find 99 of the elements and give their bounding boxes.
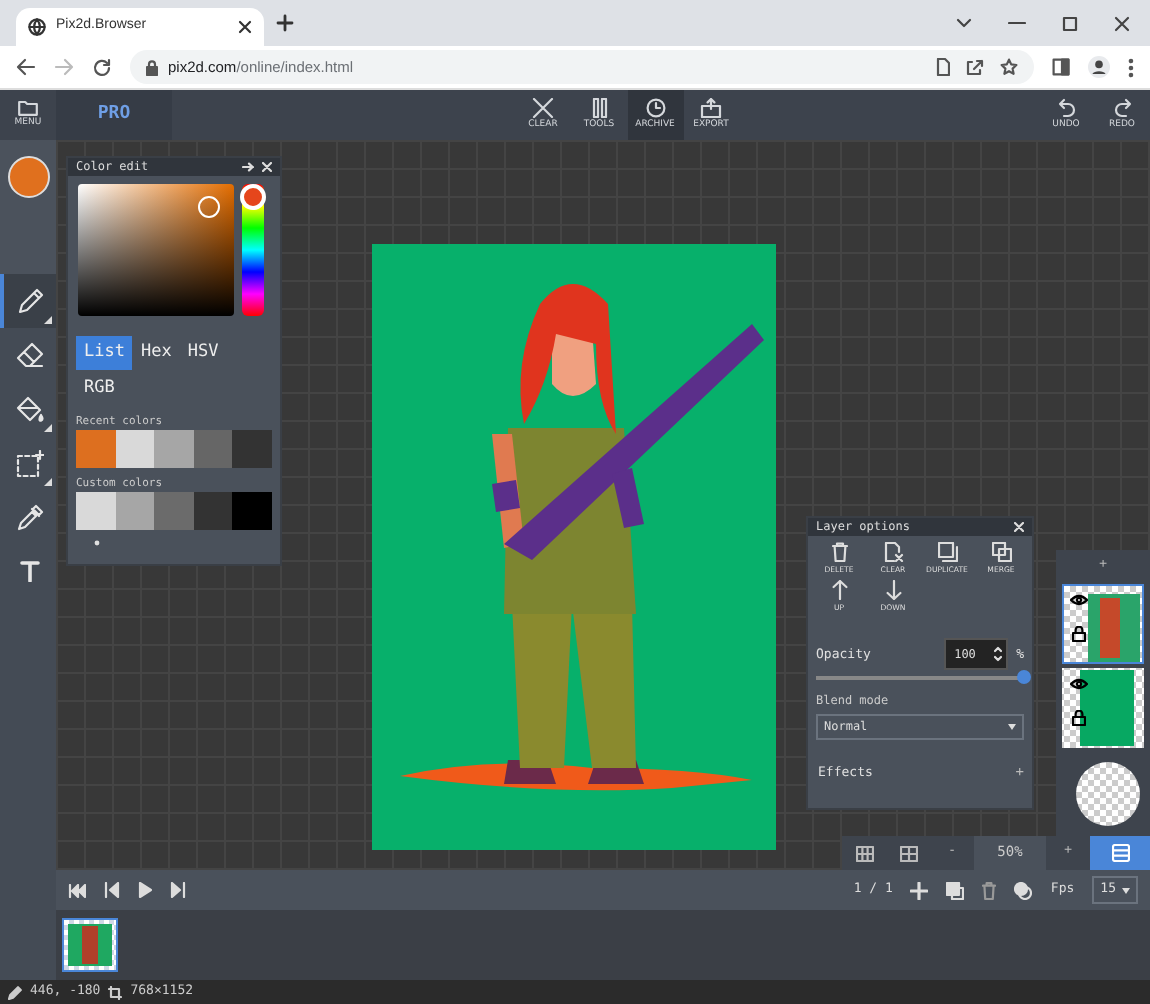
clear-page-icon (883, 542, 903, 562)
color-swatch[interactable] (76, 492, 116, 530)
close-icon (262, 162, 272, 172)
arrow-down-icon (885, 579, 901, 600)
canvas[interactable] (372, 244, 776, 850)
step-back-icon (104, 882, 120, 898)
current-color-swatch[interactable] (7, 156, 49, 198)
play-icon (138, 882, 152, 898)
pin-icon (242, 162, 254, 172)
caret-icon (1008, 724, 1016, 731)
eye-icon (1070, 593, 1088, 605)
color-swatch[interactable] (76, 429, 116, 468)
slider-thumb[interactable] (1017, 670, 1031, 685)
paint-bucket-icon (16, 395, 44, 423)
skip-start-icon (68, 883, 86, 897)
corner-triangle-icon (44, 424, 52, 432)
mode-tab[interactable]: RGB (76, 371, 123, 405)
color-swatch[interactable] (154, 492, 194, 530)
dot-icon (94, 540, 100, 546)
layers-panel-button[interactable] (1090, 836, 1150, 870)
saturation-picker[interactable] (78, 184, 234, 316)
close-icon (1114, 15, 1130, 31)
star-icon (1000, 58, 1018, 76)
lock-icon (1072, 625, 1086, 641)
pro-badge[interactable]: PRO (56, 90, 172, 140)
redo-icon (1113, 98, 1131, 119)
layers-icon (1111, 844, 1129, 862)
picker-handle[interactable] (198, 196, 220, 218)
step-forward-icon (170, 882, 186, 898)
chevron-down-icon (956, 17, 972, 29)
page-icon (936, 58, 950, 76)
color-swatch[interactable] (232, 492, 272, 530)
forward-arrow-icon (54, 58, 74, 76)
text-tool-icon (20, 560, 40, 582)
split-view-icon (899, 845, 917, 861)
color-swatch[interactable] (193, 492, 233, 530)
play-button[interactable] (138, 882, 152, 898)
export-icon (700, 98, 722, 119)
layer-thumbnail[interactable] (1062, 583, 1144, 664)
more-icon (1128, 57, 1134, 77)
color-swatch[interactable] (115, 429, 155, 468)
frame-thumbnail[interactable] (62, 918, 118, 972)
mode-tab[interactable]: HSV (179, 336, 227, 370)
pencil-icon (8, 985, 22, 999)
color-swatch[interactable] (154, 429, 194, 468)
corner-triangle-icon (44, 316, 52, 324)
share-icon (966, 58, 984, 76)
eraser-icon (16, 342, 44, 368)
tools-icon (591, 98, 607, 119)
plus-icon (910, 881, 929, 899)
color-swatch[interactable] (115, 492, 155, 530)
folder-icon (18, 100, 38, 117)
onion-skin-button[interactable] (1014, 881, 1033, 899)
eyedropper-icon (16, 503, 44, 531)
previous-frame-button[interactable] (104, 882, 120, 898)
lock-icon (146, 59, 158, 75)
crop-icon (108, 985, 123, 999)
reload-icon (92, 57, 112, 77)
avatar-icon[interactable] (1088, 56, 1110, 78)
trash-icon (831, 542, 847, 562)
lock-icon (1072, 709, 1086, 726)
grid-icon (855, 845, 873, 861)
back-arrow-icon (16, 58, 36, 76)
corner-triangle-icon (44, 478, 52, 486)
caret-icon (1122, 887, 1130, 893)
close-icon (1014, 522, 1024, 532)
selection-icon (16, 449, 44, 477)
color-swatch[interactable] (193, 429, 233, 468)
undo-icon (1057, 98, 1075, 119)
close-icon (238, 20, 252, 34)
first-frame-button[interactable] (68, 883, 86, 897)
side-panel-icon (1052, 58, 1070, 76)
delete-frame-button[interactable] (982, 881, 997, 899)
next-frame-button[interactable] (170, 882, 186, 898)
arrow-up-icon (831, 579, 847, 600)
clock-icon (645, 98, 665, 119)
onion-skin-icon (1014, 881, 1033, 899)
add-frame-button[interactable] (910, 881, 929, 899)
hue-slider[interactable] (242, 184, 264, 316)
maximize-icon (1062, 15, 1078, 31)
mode-tab[interactable]: List (76, 336, 133, 370)
new-tab-icon (276, 14, 294, 32)
merge-icon (991, 542, 1011, 562)
pencil-icon (16, 287, 44, 315)
grid-toggle-button[interactable] (842, 836, 886, 870)
layer-thumbnail[interactable] (1062, 667, 1144, 748)
minimize-icon (1008, 20, 1026, 26)
spinner-icon (994, 646, 1003, 663)
trash-icon (982, 881, 997, 899)
eye-icon (1070, 677, 1088, 690)
duplicate-frame-button[interactable] (946, 881, 965, 899)
copy-icon (946, 881, 965, 899)
globe-icon (28, 18, 46, 36)
mode-tab[interactable]: Hex (132, 336, 180, 370)
tool-button[interactable] (0, 274, 56, 328)
color-swatch[interactable] (232, 429, 272, 468)
slider-thumb[interactable] (240, 184, 266, 211)
close-icon (532, 98, 554, 119)
duplicate-icon (937, 542, 957, 562)
